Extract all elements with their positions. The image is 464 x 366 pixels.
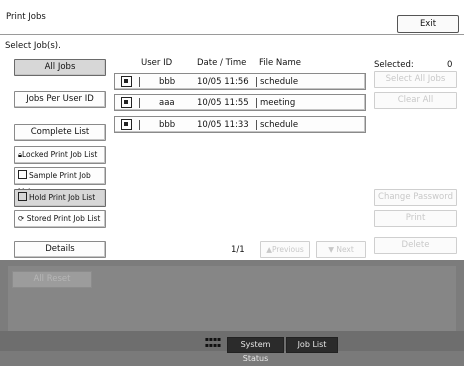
select-all-jobs-button[interactable]: Select All Jobs <box>374 71 457 88</box>
jobs-per-user-button[interactable]: Jobs Per User ID <box>14 91 106 108</box>
exit-button[interactable]: Exit <box>397 15 459 33</box>
print-job-icon <box>121 76 132 87</box>
row-date: 10/05 11:33 <box>197 120 249 130</box>
print-job-icon <box>121 119 132 130</box>
sample-icon <box>18 170 27 179</box>
selected-label: Selected: <box>374 60 414 70</box>
all-jobs-button[interactable]: All Jobs <box>14 59 106 76</box>
table-row[interactable]: bbb 10/05 11:33 schedule <box>114 116 366 133</box>
hold-print-job-list-button[interactable]: Hold Print Job List <box>14 189 106 207</box>
row-user: aaa <box>159 98 175 108</box>
clear-all-button[interactable]: Clear All <box>374 92 457 109</box>
all-reset-button[interactable]: All Reset <box>12 271 92 288</box>
row-date: 10/05 11:55 <box>197 98 249 108</box>
row-file: schedule <box>260 120 299 130</box>
header-user-id: User ID <box>141 58 173 68</box>
sample-print-job-list-button[interactable]: Sample Print Job List <box>14 167 106 196</box>
table-row[interactable]: aaa 10/05 11:55 meeting <box>114 94 366 111</box>
previous-button[interactable]: ▲Previous <box>260 241 310 258</box>
table-row[interactable]: bbb 10/05 11:56 schedule <box>114 73 366 90</box>
stored-list-label: Stored Print Job List <box>26 214 101 223</box>
row-user: bbb <box>159 120 176 130</box>
divider <box>256 98 257 108</box>
page-indicator: 1/1 <box>231 245 245 255</box>
locked-print-job-list-button[interactable]: 🔒︎Locked Print Job List <box>14 146 106 164</box>
selected-count: 0 <box>447 60 453 70</box>
hold-icon <box>18 192 27 201</box>
stored-print-job-list-button[interactable]: ⟳ Stored Print Job List <box>14 210 106 228</box>
row-file: meeting <box>260 98 296 108</box>
stored-icon: ⟳ <box>18 214 25 223</box>
change-password-button[interactable]: Change Password <box>374 189 457 206</box>
details-button[interactable]: Details <box>14 241 106 258</box>
row-file: schedule <box>260 77 299 87</box>
header-date-time: Date / Time <box>197 58 247 68</box>
next-button[interactable]: ▼ Next <box>316 241 366 258</box>
divider <box>256 120 257 130</box>
divider <box>139 77 140 87</box>
row-user: bbb <box>159 77 176 87</box>
divider <box>139 98 140 108</box>
divider <box>139 120 140 130</box>
hold-list-label: Hold Print Job List <box>29 193 96 202</box>
print-job-icon <box>121 97 132 108</box>
keyboard-icon: ▪▪▪▪ ▪▪▪▪ <box>204 336 222 349</box>
divider <box>256 77 257 87</box>
header-file-name: File Name <box>259 58 302 68</box>
row-date: 10/05 11:56 <box>197 77 249 87</box>
delete-button[interactable]: Delete <box>374 237 457 254</box>
complete-list-button[interactable]: Complete List <box>14 124 106 141</box>
locked-list-label: Locked Print Job List <box>22 150 98 159</box>
select-jobs-prompt: Select Job(s). <box>5 41 61 51</box>
title-bar: Print Jobs Exit <box>0 0 464 35</box>
print-button[interactable]: Print <box>374 210 457 227</box>
page-title: Print Jobs <box>6 12 46 22</box>
